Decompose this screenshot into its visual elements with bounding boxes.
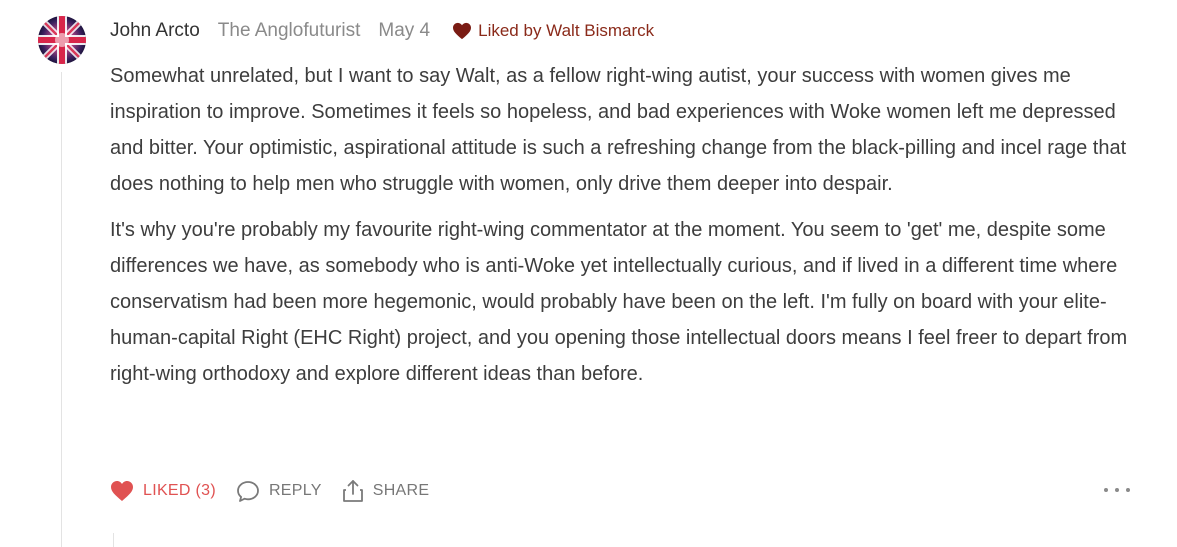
comment-paragraph: Somewhat unrelated, but I want to say Wa… <box>110 65 1127 195</box>
liked-by-badge: Liked by Walt Bismarck <box>452 21 654 41</box>
reply-thread-line <box>113 533 114 547</box>
ellipsis-icon <box>1104 488 1108 492</box>
share-button[interactable]: SHARE <box>342 479 430 503</box>
avatar[interactable] <box>38 16 86 64</box>
author-publication[interactable]: The Anglofuturist <box>218 20 361 42</box>
reply-button[interactable]: REPLY <box>236 480 322 502</box>
ellipsis-icon <box>1126 488 1130 492</box>
heart-icon <box>453 22 472 40</box>
share-button-label: SHARE <box>372 482 430 499</box>
comment-header: John Arcto The Anglofuturist May 4 Liked… <box>110 16 654 46</box>
like-button[interactable]: LIKED (3) <box>110 480 216 502</box>
reply-button-label: REPLY <box>268 482 322 499</box>
comment-date[interactable]: May 4 <box>378 20 430 42</box>
speech-bubble-icon <box>237 481 259 502</box>
union-jack-avatar-icon <box>38 16 86 64</box>
comment-paragraph: It's why you're probably my favourite ri… <box>110 219 1128 385</box>
comment-actions: LIKED (3) REPLY SHARE <box>110 476 449 506</box>
share-upload-icon <box>342 480 363 502</box>
ellipsis-icon <box>1115 488 1119 492</box>
thread-line <box>61 72 62 547</box>
more-options-button[interactable] <box>1104 480 1130 500</box>
like-button-label: LIKED (3) <box>143 482 216 499</box>
author-name[interactable]: John Arcto <box>110 20 200 42</box>
liked-by-label: Liked by Walt Bismarck <box>478 21 655 40</box>
comment-body: Somewhat unrelated, but I want to say Wa… <box>110 58 1140 402</box>
heart-icon <box>111 481 133 501</box>
